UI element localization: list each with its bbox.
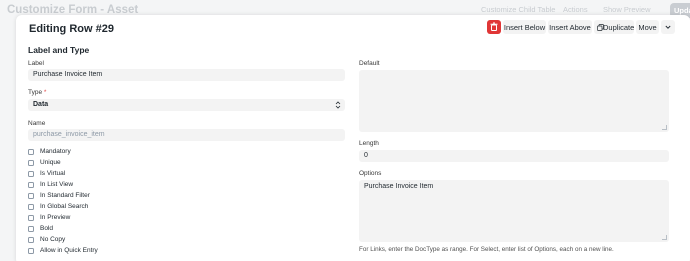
checkbox-box[interactable] bbox=[28, 160, 34, 166]
show-preview-button[interactable]: Show Preview bbox=[603, 5, 651, 14]
checkbox-mandatory[interactable]: Mandatory bbox=[28, 148, 148, 158]
type-select[interactable]: Data bbox=[28, 99, 345, 111]
delete-row-button[interactable] bbox=[487, 20, 501, 34]
length-field-label: Length bbox=[359, 140, 379, 147]
checkbox-box[interactable] bbox=[28, 237, 34, 243]
options-help-text: For Links, enter the DocType as range. F… bbox=[359, 246, 614, 253]
move-button[interactable]: Move bbox=[636, 20, 659, 34]
checkbox-label: In Standard Filter bbox=[40, 192, 90, 199]
checkbox-unique[interactable]: Unique bbox=[28, 159, 148, 169]
collapse-button[interactable] bbox=[661, 20, 675, 34]
checkbox-bold[interactable]: Bold bbox=[28, 225, 148, 235]
checkbox-label: Is Virtual bbox=[40, 170, 66, 177]
required-mark: * bbox=[43, 89, 47, 96]
name-field-label: Name bbox=[28, 120, 46, 127]
checkbox-box[interactable] bbox=[28, 193, 34, 199]
resize-handle[interactable] bbox=[662, 125, 667, 130]
length-input[interactable]: 0 bbox=[359, 150, 669, 162]
checkbox-in-standard-filter[interactable]: In Standard Filter bbox=[28, 192, 148, 202]
checkbox-in-global-search[interactable]: In Global Search bbox=[28, 203, 148, 213]
default-field-label: Default bbox=[359, 60, 380, 67]
checkbox-label: Mandatory bbox=[40, 148, 71, 155]
section-label: Label and Type bbox=[28, 45, 90, 55]
checkbox-label: In Global Search bbox=[40, 203, 89, 210]
duplicate-button[interactable]: Duplicate bbox=[594, 20, 634, 34]
copy-icon bbox=[597, 24, 604, 31]
checkbox-box[interactable] bbox=[28, 215, 34, 221]
checkbox-box[interactable] bbox=[28, 226, 34, 232]
checkbox-label: In List View bbox=[40, 181, 74, 188]
name-input: purchase_invoice_item bbox=[28, 129, 345, 141]
chevron-down-icon bbox=[665, 25, 671, 29]
checkbox-is-virtual[interactable]: Is Virtual bbox=[28, 170, 148, 180]
resize-handle[interactable] bbox=[662, 235, 667, 240]
label-input[interactable]: Purchase Invoice Item bbox=[28, 69, 345, 81]
edit-row-dialog: Editing Row #29 Insert Below Insert Abov… bbox=[16, 15, 690, 261]
checkbox-box[interactable] bbox=[28, 248, 34, 254]
trash-icon bbox=[490, 22, 498, 31]
options-textarea[interactable]: Purchase Invoice Item bbox=[359, 180, 669, 242]
actions-button[interactable]: Actions bbox=[563, 5, 588, 14]
checkbox-box[interactable] bbox=[28, 182, 34, 188]
default-textarea[interactable] bbox=[359, 70, 669, 132]
type-select-value: Data bbox=[33, 101, 49, 108]
checkbox-box[interactable] bbox=[28, 204, 34, 210]
customize-child-table-button[interactable]: Customize Child Table bbox=[481, 5, 555, 14]
label-field-label: Label bbox=[28, 60, 44, 67]
checkbox-box[interactable] bbox=[28, 171, 34, 177]
type-label-text: Type bbox=[28, 89, 43, 96]
dialog-title: Editing Row #29 bbox=[29, 23, 114, 35]
checkbox-in-list-view[interactable]: In List View bbox=[28, 181, 148, 191]
checkbox-label: Bold bbox=[40, 225, 54, 232]
checkbox-no-copy[interactable]: No Copy bbox=[28, 236, 148, 246]
insert-above-button[interactable]: Insert Above bbox=[548, 20, 592, 34]
checkbox-label: Unique bbox=[40, 159, 61, 166]
select-arrows-icon bbox=[335, 101, 341, 109]
duplicate-label: Duplicate bbox=[603, 23, 635, 32]
options-field-label: Options bbox=[359, 170, 382, 177]
checkbox-label: No Copy bbox=[40, 236, 66, 243]
checkbox-label: Allow in Quick Entry bbox=[40, 247, 98, 254]
insert-below-button[interactable]: Insert Below bbox=[503, 20, 546, 34]
checkbox-in-preview[interactable]: In Preview bbox=[28, 214, 148, 224]
checkbox-allow-in-quick-entry[interactable]: Allow in Quick Entry bbox=[28, 247, 148, 257]
checkbox-label: In Preview bbox=[40, 214, 71, 221]
type-field-label: Type * bbox=[28, 89, 46, 96]
checkbox-box[interactable] bbox=[28, 149, 34, 155]
